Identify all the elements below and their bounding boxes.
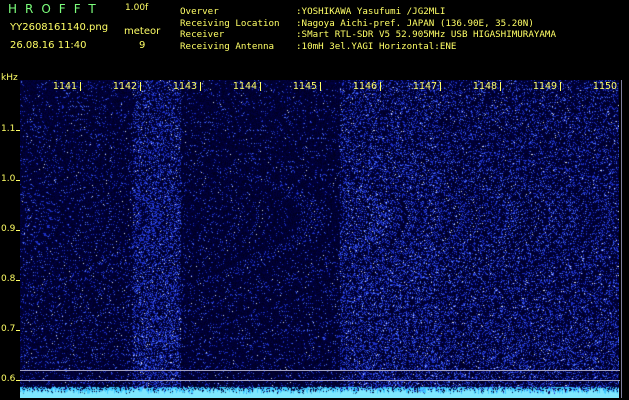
info-label: Receiving Antenna	[180, 40, 275, 52]
x-tick-label: 1148	[472, 81, 498, 92]
y-tick-label: 0.7	[1, 324, 16, 334]
info-label: Receiver	[180, 29, 225, 40]
hrofft-window: HROFFT 1.00f YY2608161140.png 26.08.16 1…	[0, 0, 629, 400]
info-row-receiver: Receiver :SMart RTL-SDR V5 52.905MHz USB…	[180, 29, 556, 41]
y-axis-unit: kHz	[1, 73, 18, 83]
y-tick-label: 1.0	[1, 174, 16, 184]
y-tick-label: 0.6	[1, 374, 16, 384]
x-tick-label: 1141	[52, 81, 78, 92]
station-info: Overver :YOSHIKAWA Yasufumi /JG2MLI Rece…	[180, 6, 556, 52]
info-value: :SMart RTL-SDR V5 52.905MHz USB HIGASHIM…	[296, 29, 556, 40]
y-tick	[16, 380, 20, 381]
info-row-antenna: Receiving Antenna :10mH 3el.YAGI Horizon…	[180, 41, 556, 53]
y-tick	[16, 130, 20, 131]
x-tick-label: 1149	[532, 81, 558, 92]
x-tick	[440, 82, 441, 91]
info-row-location: Receiving Location :Nagoya Aichi-pref. J…	[180, 18, 556, 30]
spectrogram	[20, 80, 619, 398]
marker-line-lower	[20, 380, 620, 381]
x-tick	[500, 82, 501, 91]
x-tick	[560, 82, 561, 91]
y-tick	[16, 330, 20, 331]
x-tick	[380, 82, 381, 91]
x-tick	[80, 82, 81, 91]
info-row-observer: Overver :YOSHIKAWA Yasufumi /JG2MLI	[180, 6, 556, 18]
spectrogram-canvas	[20, 80, 619, 398]
x-tick	[140, 82, 141, 91]
version-label: 1.00f	[125, 3, 149, 13]
x-tick-label: 1147	[412, 81, 438, 92]
x-tick-label: 1143	[172, 81, 198, 92]
info-label: Overver	[180, 6, 219, 17]
filename-label: YY2608161140.png	[10, 22, 109, 33]
x-tick-label: 1150	[592, 81, 618, 92]
x-tick-label: 1145	[292, 81, 318, 92]
x-tick-label: 1146	[352, 81, 378, 92]
x-tick	[200, 82, 201, 91]
y-tick-label: 1.1	[1, 124, 16, 134]
y-tick	[16, 280, 20, 281]
x-tick	[320, 82, 321, 91]
info-value: :Nagoya Aichi-pref. JAPAN (136.90E, 35.2…	[296, 17, 534, 29]
y-tick-label: 0.8	[1, 274, 16, 284]
x-tick-label: 1142	[112, 81, 138, 92]
y-tick	[16, 180, 20, 181]
app-logo: HROFFT	[8, 2, 104, 16]
info-label: Receiving Location	[180, 17, 280, 29]
meteor-count: 9	[139, 40, 146, 51]
y-tick	[16, 230, 20, 231]
spectrogram-right-edge	[621, 80, 622, 398]
info-value: :YOSHIKAWA Yasufumi /JG2MLI	[296, 6, 446, 17]
y-tick-label: 0.9	[1, 224, 16, 234]
marker-line-upper	[20, 370, 620, 371]
info-value: :10mH 3el.YAGI Horizontal:ENE	[296, 40, 457, 52]
x-tick	[260, 82, 261, 91]
meteor-label: meteor	[124, 26, 161, 37]
x-tick-label: 1144	[232, 81, 258, 92]
timestamp-label: 26.08.16 11:40	[10, 40, 87, 51]
